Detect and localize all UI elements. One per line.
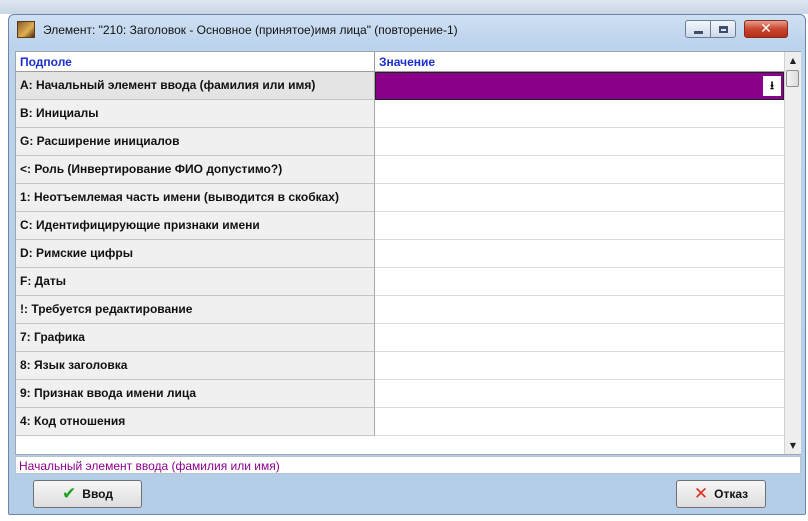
row-label[interactable]: D: Римские цифры [16,240,375,268]
cancel-button[interactable]: ✕ Отказ [676,480,766,508]
column-header-subfield[interactable]: Подполе [16,52,375,72]
subfield-grid: Подполе Значение A: Начальный элемент вв… [15,51,801,455]
row-value[interactable] [375,184,784,212]
row-label[interactable]: 1: Неотъемлемая часть имени (выводится в… [16,184,375,212]
table-row[interactable]: B: Инициалы [16,100,784,128]
row-label[interactable]: !: Требуется редактирование [16,296,375,324]
app-icon [17,21,35,38]
minimize-icon [693,30,703,34]
row-value[interactable] [375,380,784,408]
row-value[interactable] [375,268,784,296]
close-icon: ✕ [760,21,772,37]
row-label[interactable]: G: Расширение инициалов [16,128,375,156]
row-value[interactable] [375,128,784,156]
enter-button-label: Ввод [82,487,113,501]
title-bar[interactable]: Элемент: "210: Заголовок - Основное (при… [9,15,805,45]
row-value[interactable] [375,352,784,380]
row-value[interactable] [375,100,784,128]
enter-button[interactable]: ✔ Ввод [33,480,142,508]
scrollbar-thumb[interactable] [786,70,799,87]
row-label[interactable]: 8: Язык заголовка [16,352,375,380]
field-description: Начальный элемент ввода (фамилия или имя… [15,456,801,474]
table-row[interactable]: <: Роль (Инвертирование ФИО допустимо?) [16,156,784,184]
maximize-icon [718,25,728,33]
row-value[interactable] [375,240,784,268]
window-title: Элемент: "210: Заголовок - Основное (при… [43,23,458,37]
row-value[interactable] [375,212,784,240]
checkmark-icon: ✔ [62,483,77,504]
row-value[interactable] [375,324,784,352]
row-label[interactable]: 4: Код отношения [16,408,375,436]
row-value-selected[interactable]: ⭳ [375,72,784,100]
minimize-button[interactable] [685,20,711,38]
column-header-value[interactable]: Значение [375,52,784,72]
download-arrow-icon: ⭳ [770,79,774,92]
x-icon: ✕ [693,483,709,504]
dialog-window: Элемент: "210: Заголовок - Основное (при… [8,14,806,515]
table-row[interactable]: 7: Графика [16,324,784,352]
table-row[interactable]: !: Требуется редактирование [16,296,784,324]
row-value[interactable] [375,296,784,324]
scroll-up-button[interactable]: ▲ [785,52,801,69]
row-label[interactable]: C: Идентифицирующие признаки имени [16,212,375,240]
table-row[interactable]: F: Даты [16,268,784,296]
row-label[interactable]: <: Роль (Инвертирование ФИО допустимо?) [16,156,375,184]
row-label[interactable]: F: Даты [16,268,375,296]
desktop-background [0,0,808,14]
close-button[interactable]: ✕ [744,20,788,38]
table-row[interactable]: 9: Признак ввода имени лица [16,380,784,408]
table-row[interactable]: G: Расширение инициалов [16,128,784,156]
vertical-scrollbar[interactable]: ▲ ▼ [784,52,801,454]
cancel-button-label: Отказ [714,487,749,501]
table-row[interactable]: 4: Код отношения [16,408,784,436]
table-row[interactable]: 8: Язык заголовка [16,352,784,380]
row-value[interactable] [375,408,784,436]
table-row[interactable]: C: Идентифицирующие признаки имени [16,212,784,240]
row-label[interactable]: 9: Признак ввода имени лица [16,380,375,408]
table-row[interactable]: A: Начальный элемент ввода (фамилия или … [16,72,784,100]
arrow-up-icon: ▲ [789,56,797,65]
row-label[interactable]: B: Инициалы [16,100,375,128]
maximize-button[interactable] [710,20,736,38]
row-value[interactable] [375,156,784,184]
row-label[interactable]: A: Начальный элемент ввода (фамилия или … [16,72,375,100]
arrow-down-icon: ▼ [789,441,797,450]
row-label[interactable]: 7: Графика [16,324,375,352]
table-row[interactable]: D: Римские цифры [16,240,784,268]
dropdown-button[interactable]: ⭳ [763,76,781,96]
table-row[interactable]: 1: Неотъемлемая часть имени (выводится в… [16,184,784,212]
scroll-down-button[interactable]: ▼ [785,437,801,454]
